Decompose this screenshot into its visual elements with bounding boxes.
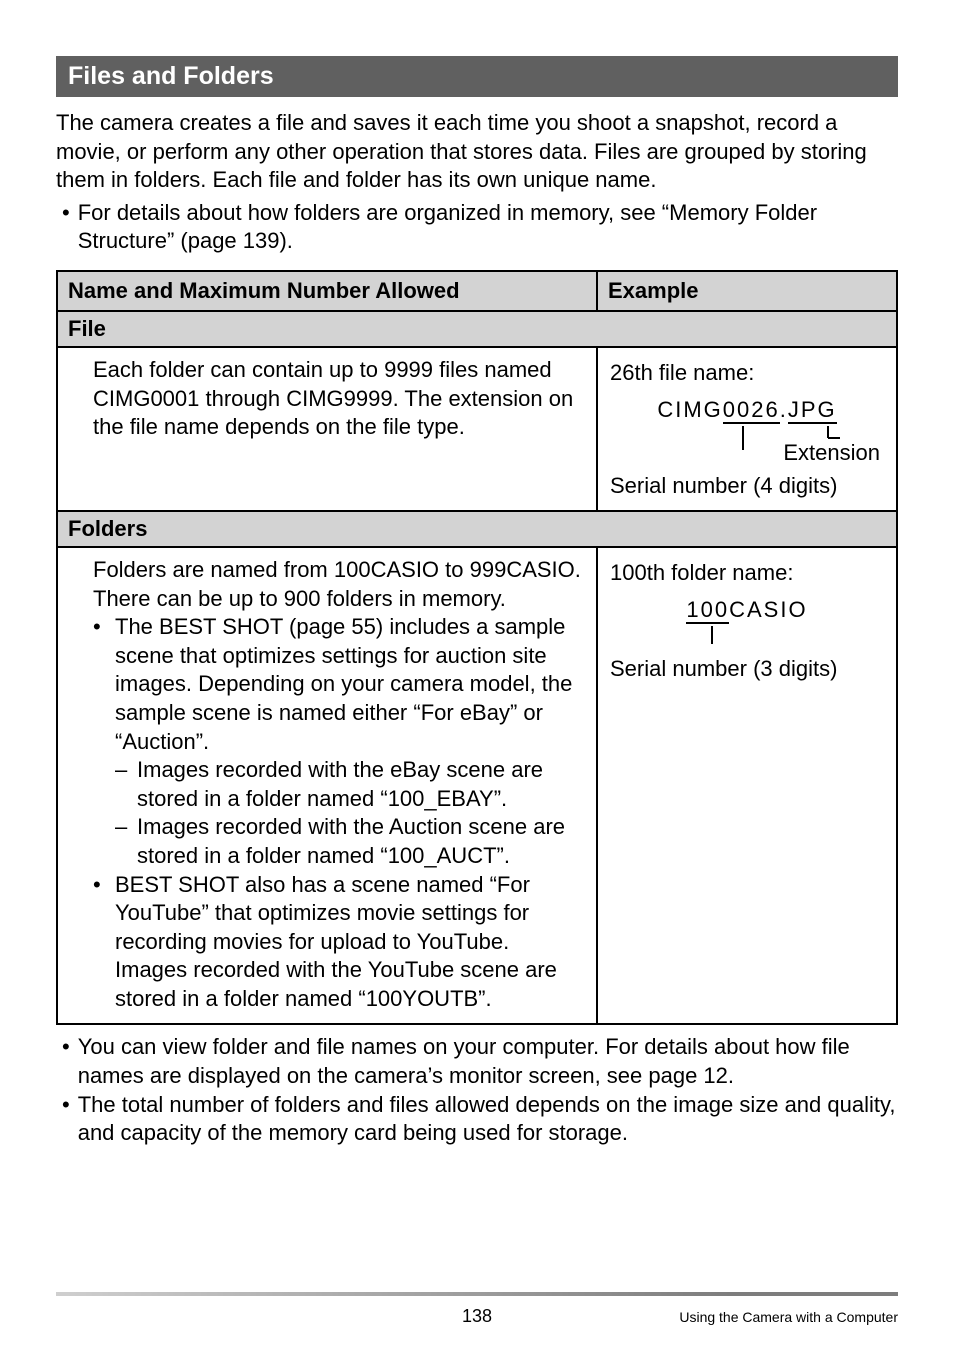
file-desc: Each folder can contain up to 9999 files… [81,347,597,511]
row-folder-label: Folders [57,511,897,547]
folder-callout-lines [610,626,880,648]
after-bullet-1-text: You can view folder and file names on yo… [78,1033,898,1090]
file-ext: JPG [788,397,837,424]
folder-serial: 100 [686,597,729,624]
folder-dash-1-text: Images recorded with the eBay scene are … [137,756,584,813]
indent-cell [57,347,81,511]
bullet-marker: • [93,871,115,900]
section-title: Files and Folders [56,56,898,97]
intro-paragraph: The camera creates a file and saves it e… [56,109,898,195]
after-bullet-2: • The total number of folders and files … [56,1091,898,1148]
folder-example-cell: 100th folder name: 100CASIO Serial numbe… [597,547,897,1025]
file-callout-lines [610,426,880,454]
folder-desc-cell: Folders are named from 100CASIO to 999CA… [81,547,597,1025]
folder-bullet-2-text: BEST SHOT also has a scene named “For Yo… [115,871,584,1014]
folder-example-diagram: 100CASIO [610,593,884,648]
intro-bullet: • For details about how folders are orga… [56,199,898,256]
folder-suffix: CASIO [729,597,807,622]
col-example: Example [597,271,897,311]
bullet-marker: • [93,613,115,642]
intro-bullet-text: For details about how folders are organi… [78,199,898,256]
page-number: 138 [276,1306,678,1327]
files-folders-table: Name and Maximum Number Allowed Example … [56,270,898,1026]
folder-dash-1: – Images recorded with the eBay scene ar… [93,756,584,813]
row-file-label: File [57,311,897,347]
folder-bullet-1-text: The BEST SHOT (page 55) includes a sampl… [115,613,584,756]
folder-desc-1: Folders are named from 100CASIO to 999CA… [93,556,584,585]
folder-bullet-1: • The BEST SHOT (page 55) includes a sam… [93,613,584,756]
file-serial: 0026 [723,397,780,424]
page-footer: 138 Using the Camera with a Computer [0,1292,954,1327]
folder-desc-2: There can be up to 900 folders in memory… [93,585,584,614]
file-example-cell: 26th file name: CIMG0026.JPG Extension S… [597,347,897,511]
footer-section-name: Using the Camera with a Computer [678,1309,898,1325]
folder-bullet-2: • BEST SHOT also has a scene named “For … [93,871,584,1014]
folder-serial-label: Serial number (3 digits) [610,652,884,685]
file-serial-label: Serial number (4 digits) [610,469,884,502]
col-name: Name and Maximum Number Allowed [57,271,597,311]
folder-example-label: 100th folder name: [610,556,884,589]
file-example-diagram: CIMG0026.JPG [610,393,884,454]
dash-marker: – [115,813,137,842]
dash-marker: – [115,756,137,785]
after-bullet-2-text: The total number of folders and files al… [78,1091,898,1148]
folder-dash-2-text: Images recorded with the Auction scene a… [137,813,584,870]
after-bullet-1: • You can view folder and file names on … [56,1033,898,1090]
bullet-marker: • [56,1033,78,1062]
file-dot: . [780,397,788,422]
file-example-label: 26th file name: [610,356,884,389]
footer-divider [56,1292,898,1296]
indent-cell-2 [57,547,81,1025]
file-prefix: CIMG [657,397,722,422]
bullet-marker: • [56,1091,78,1120]
bullet-marker: • [56,199,78,228]
folder-dash-2: – Images recorded with the Auction scene… [93,813,584,870]
